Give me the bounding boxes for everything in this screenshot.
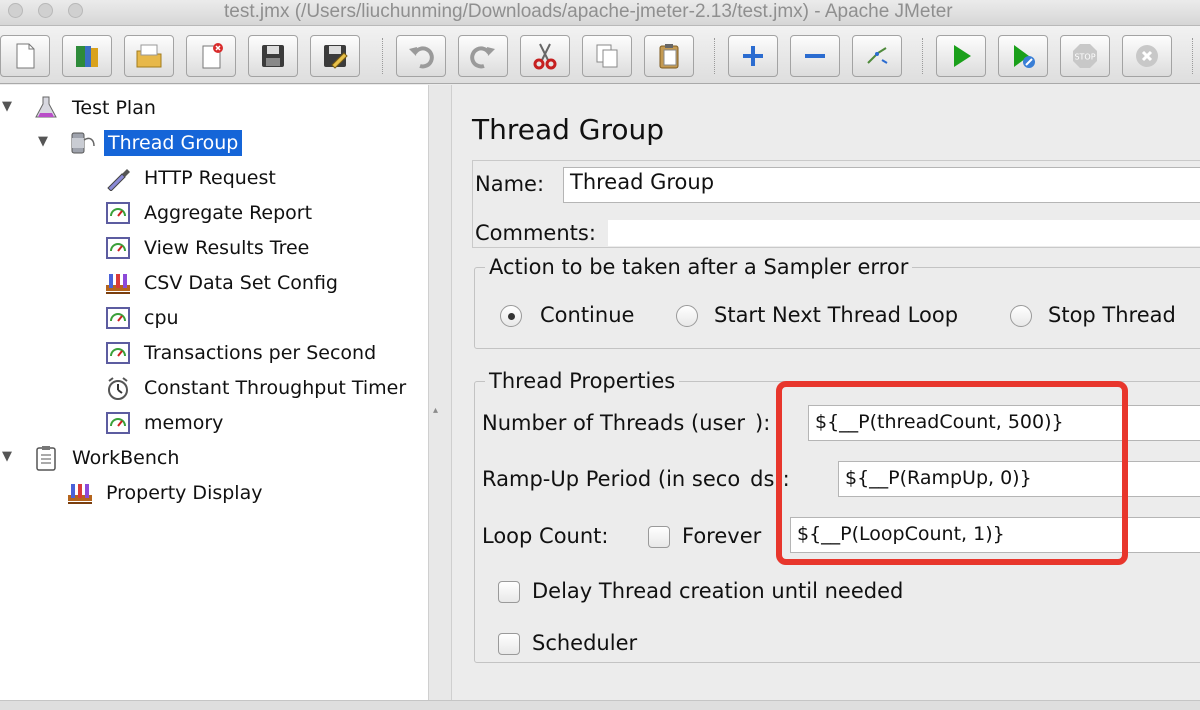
tree-node-constant-throughput-timer[interactable]: Constant Throughput Timer: [104, 371, 410, 405]
comments-field[interactable]: [607, 219, 1200, 247]
paste-icon[interactable]: [644, 35, 694, 77]
thread-properties-title: Thread Properties: [485, 369, 680, 393]
tree-node-transactions-per-second[interactable]: Transactions per Second: [104, 336, 380, 370]
cut-icon[interactable]: [520, 35, 570, 77]
loop-count-field[interactable]: ${__P(LoopCount, 1)}: [790, 517, 1200, 553]
test-tubes-icon: [104, 269, 132, 297]
scheduler-label[interactable]: Scheduler: [532, 631, 637, 655]
gauge-icon: [104, 409, 132, 437]
gauge-icon: [104, 339, 132, 367]
clipboard-icon: [32, 444, 60, 472]
new-icon[interactable]: [0, 35, 50, 77]
test-plan-tree: ▼ Test Plan ▼ Thread Group HTTP Request …: [0, 85, 428, 710]
tree-node-http-request[interactable]: HTTP Request: [104, 161, 280, 195]
tree-node-aggregate-report[interactable]: Aggregate Report: [104, 196, 316, 230]
number-of-threads-field[interactable]: ${__P(threadCount, 500)}: [808, 405, 1200, 441]
svg-text:STOP: STOP: [1074, 53, 1095, 62]
tree-node-csv-data-set-config[interactable]: CSV Data Set Config: [104, 266, 342, 300]
tree-node-thread-group[interactable]: ▼ Thread Group: [0, 126, 243, 160]
start-next-loop-label[interactable]: Start Next Thread Loop: [714, 303, 958, 327]
spool-icon: [68, 129, 96, 157]
shutdown-icon[interactable]: [1122, 35, 1172, 77]
close-file-icon[interactable]: [186, 35, 236, 77]
collapse-toggle-icon[interactable]: ▼: [2, 449, 12, 464]
thread-group-editor: Thread Group Name: Thread Group Comments…: [452, 85, 1200, 710]
collapse-toggle-icon[interactable]: ▼: [38, 134, 48, 149]
scheduler-checkbox[interactable]: [498, 633, 520, 655]
delay-thread-creation-checkbox[interactable]: [498, 581, 520, 603]
collapse-icon[interactable]: [790, 35, 840, 77]
name-field[interactable]: Thread Group: [563, 167, 1200, 203]
undo-icon[interactable]: [396, 35, 446, 77]
continue-label[interactable]: Continue: [540, 303, 634, 327]
sampler-error-title: Action to be taken after a Sampler error: [485, 255, 913, 279]
stop-thread-label[interactable]: Stop Thread: [1048, 303, 1176, 327]
bottom-status-strip: [0, 700, 1200, 710]
forever-checkbox[interactable]: [648, 526, 670, 548]
gauge-icon: [104, 304, 132, 332]
toolbar-separator: [382, 38, 384, 74]
loop-count-label: Loop Count:: [482, 524, 609, 548]
zoom-window-button[interactable]: [68, 3, 83, 18]
window-title: test.jmx (/Users/liuchunming/Downloads/a…: [224, 1, 953, 22]
ramp-up-period-field[interactable]: ${__P(RampUp, 0)}: [838, 461, 1200, 497]
start-icon[interactable]: [936, 35, 986, 77]
tree-node-memory[interactable]: memory: [104, 406, 227, 440]
start-next-loop-radio[interactable]: [676, 305, 698, 327]
close-window-button[interactable]: [8, 3, 23, 18]
toolbar-separator: [714, 38, 716, 74]
toggle-icon[interactable]: [852, 35, 902, 77]
forever-label[interactable]: Forever: [682, 524, 761, 548]
tree-node-property-display[interactable]: Property Display: [66, 476, 266, 510]
toolbar-separator: [922, 38, 924, 74]
stop-thread-radio[interactable]: [1010, 305, 1032, 327]
pipette-icon: [104, 164, 132, 192]
continue-radio[interactable]: [500, 305, 522, 327]
comments-label: Comments:: [475, 221, 596, 245]
tree-node-test-plan[interactable]: ▼ Test Plan: [0, 91, 160, 125]
templates-icon[interactable]: [62, 35, 112, 77]
flask-icon: [32, 94, 60, 122]
copy-icon[interactable]: [582, 35, 632, 77]
stop-icon[interactable]: STOP: [1060, 35, 1110, 77]
expand-icon[interactable]: [728, 35, 778, 77]
number-of-threads-label: Number of Threads (user):: [482, 411, 771, 435]
tree-node-workbench[interactable]: ▼ WorkBench: [0, 441, 183, 475]
open-icon[interactable]: [124, 35, 174, 77]
collapse-toggle-icon[interactable]: ▼: [2, 99, 12, 114]
delay-thread-creation-label[interactable]: Delay Thread creation until needed: [532, 579, 903, 603]
redo-icon[interactable]: [458, 35, 508, 77]
toolbar: STOP: [0, 26, 1200, 84]
test-tubes-icon: [66, 479, 94, 507]
start-no-pauses-icon[interactable]: [998, 35, 1048, 77]
save-as-icon[interactable]: [310, 35, 360, 77]
page-title: Thread Group: [472, 113, 665, 146]
split-pane-divider[interactable]: ▴: [428, 85, 452, 710]
ramp-up-period-label: Ramp-Up Period (in seco ds):: [482, 467, 790, 491]
gauge-icon: [104, 234, 132, 262]
name-comments-box: Name: Thread Group Comments:: [472, 160, 1200, 248]
tree-node-view-results-tree[interactable]: View Results Tree: [104, 231, 313, 265]
toolbar-separator: [1192, 38, 1194, 74]
name-label: Name:: [475, 172, 545, 196]
minimize-window-button[interactable]: [38, 3, 53, 18]
divider-grip-icon: ▴: [433, 405, 439, 416]
window-title-bar: test.jmx (/Users/liuchunming/Downloads/a…: [0, 0, 1200, 26]
gauge-icon: [104, 199, 132, 227]
save-icon[interactable]: [248, 35, 298, 77]
stopwatch-icon: [104, 374, 132, 402]
tree-node-cpu[interactable]: cpu: [104, 301, 183, 335]
